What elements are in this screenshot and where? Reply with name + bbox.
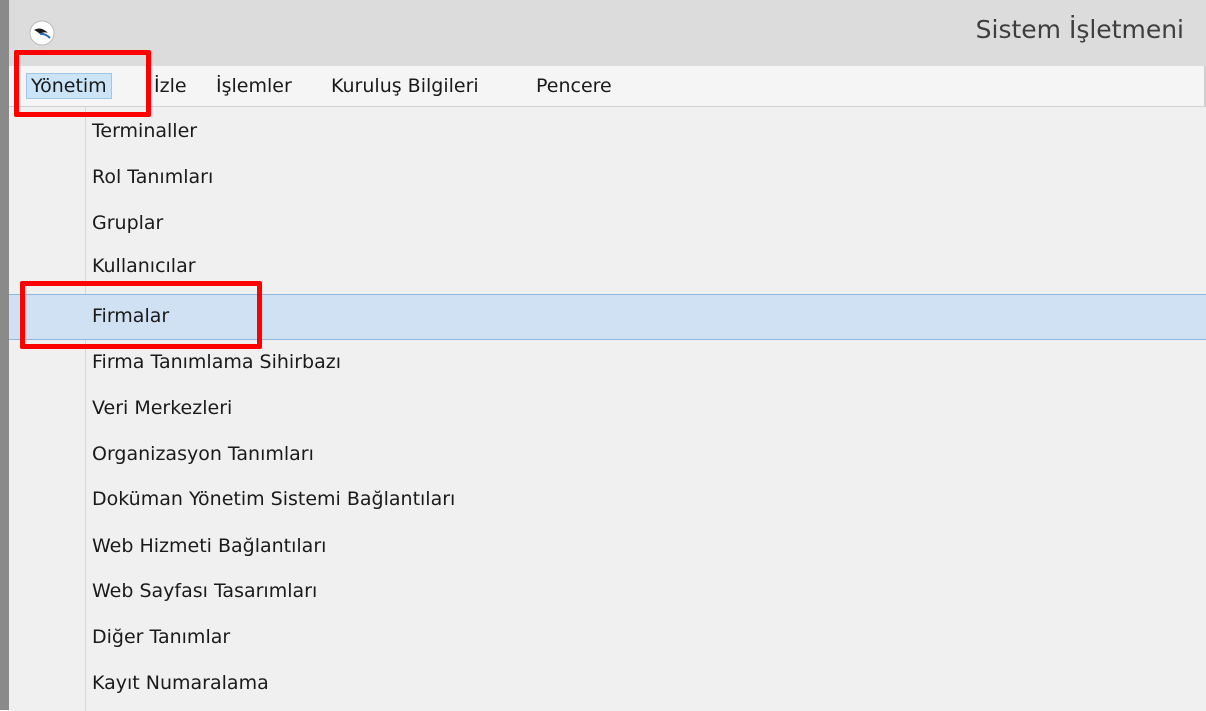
highlight-box-yonetim — [14, 50, 151, 117]
window-title: Sistem İşletmeni — [975, 15, 1184, 44]
menu-izle[interactable]: İzle — [154, 74, 187, 98]
menu-islemler[interactable]: İşlemler — [216, 74, 292, 98]
menu-item-organizasyon-tanimlari[interactable]: Organizasyon Tanımları — [9, 435, 1206, 475]
swoosh-icon[interactable] — [29, 20, 55, 46]
menu-item-label: Kullanıcılar — [92, 255, 196, 277]
menu-item-web-hizmeti-baglantilari[interactable]: Web Hizmeti Bağlantıları — [9, 527, 1206, 567]
menu-item-web-sayfasi-tasarimlari[interactable]: Web Sayfası Tasarımları — [9, 572, 1206, 612]
window-left-frame — [0, 0, 9, 710]
menu-item-label: Doküman Yönetim Sistemi Bağlantıları — [92, 488, 456, 510]
menu-item-label: Organizasyon Tanımları — [92, 443, 314, 465]
menu-item-diger-tanimlar[interactable]: Diğer Tanımlar — [9, 618, 1206, 658]
menu-item-label: Rol Tanımları — [92, 166, 214, 188]
menu-item-label: Gruplar — [92, 212, 164, 234]
menu-item-label: Web Sayfası Tasarımları — [92, 580, 318, 602]
menu-item-label: Kayıt Numaralama — [92, 672, 269, 694]
menu-item-label: Terminaller — [92, 120, 198, 142]
menu-item-label: Web Hizmeti Bağlantıları — [92, 535, 327, 557]
menu-item-terminaller[interactable]: Terminaller — [9, 112, 1206, 152]
highlight-box-firmalar — [20, 281, 262, 349]
menu-item-label: Diğer Tanımlar — [92, 626, 231, 648]
title-bar: Sistem İşletmeni — [9, 0, 1206, 66]
menu-item-kayit-numaralama[interactable]: Kayıt Numaralama — [9, 664, 1206, 704]
menu-item-label: Veri Merkezleri — [92, 397, 233, 419]
yonetim-dropdown-menu: Terminaller Rol Tanımları Gruplar Kullan… — [9, 106, 1206, 711]
menu-item-dokuman-yonetim-sistemi-baglantilari[interactable]: Doküman Yönetim Sistemi Bağlantıları — [9, 480, 1206, 520]
menu-item-veri-merkezleri[interactable]: Veri Merkezleri — [9, 389, 1206, 429]
menu-kurulus-bilgileri[interactable]: Kuruluş Bilgileri — [331, 74, 479, 98]
menu-item-rol-tanimlari[interactable]: Rol Tanımları — [9, 158, 1206, 198]
menu-item-label: Firma Tanımlama Sihirbazı — [92, 351, 341, 373]
menu-bar: Yönetim İzle İşlemler Kuruluş Bilgileri … — [9, 66, 1206, 106]
menu-item-firma-tanimlama-sihirbazi[interactable]: Firma Tanımlama Sihirbazı — [9, 343, 1206, 383]
menu-item-gruplar[interactable]: Gruplar — [9, 204, 1206, 244]
menu-pencere[interactable]: Pencere — [536, 74, 612, 98]
